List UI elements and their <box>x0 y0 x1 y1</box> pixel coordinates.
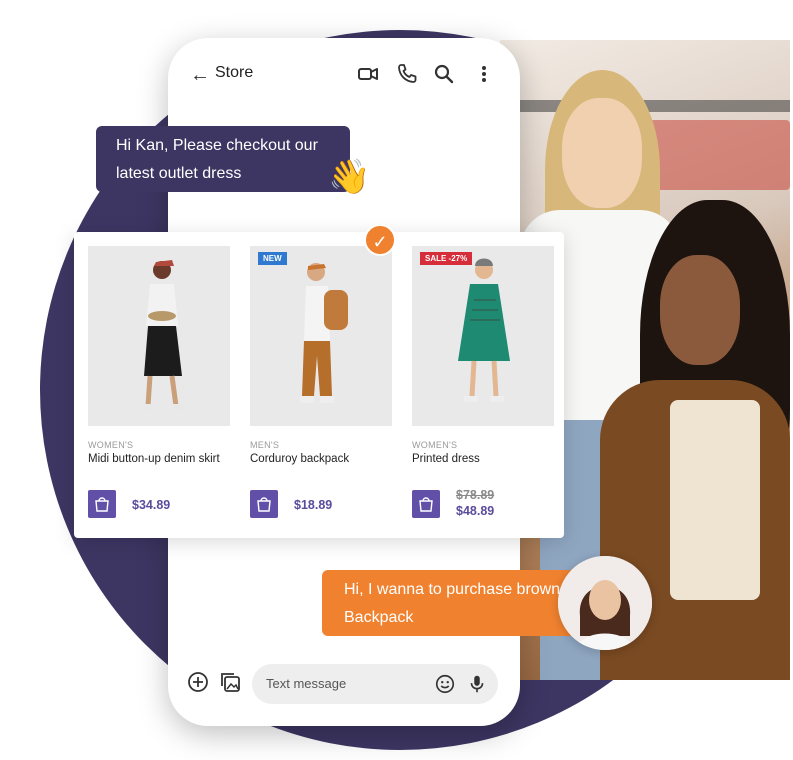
incoming-message-bubble: Hi Kan, Please checkout our latest outle… <box>96 126 350 192</box>
shopping-bag-icon[interactable] <box>412 490 440 518</box>
product-category: WOMEN'S <box>88 440 134 450</box>
product-image[interactable] <box>88 246 230 426</box>
shopping-bag-icon[interactable] <box>250 490 278 518</box>
product-name[interactable]: Corduroy backpack <box>250 453 392 481</box>
price-row: $78.89 $48.89 <box>412 488 554 522</box>
product-price: $48.89 <box>456 504 495 518</box>
product-card[interactable]: SALE -27% WOMEN'S Printed dress $78.89 $… <box>412 246 554 518</box>
price-row: $18.89 <box>250 490 392 522</box>
waving-hand-icon: 👋 <box>328 158 371 196</box>
checkmark-icon: ✓ <box>364 224 396 256</box>
microphone-icon[interactable] <box>466 673 488 695</box>
emoji-icon[interactable] <box>434 673 456 695</box>
product-image[interactable]: SALE -27% <box>412 246 554 426</box>
original-price: $78.89 <box>456 488 495 502</box>
product-carousel-card: WOMEN'S Midi button-up denim skirt $34.8… <box>74 232 564 538</box>
gallery-icon[interactable] <box>218 670 242 694</box>
incoming-message-text: Hi Kan, Please checkout our latest outle… <box>116 137 318 182</box>
add-circle-icon[interactable] <box>186 670 210 694</box>
chat-title: Store <box>215 64 254 81</box>
product-card[interactable]: WOMEN'S Midi button-up denim skirt $34.8… <box>88 246 230 518</box>
avatar <box>558 556 652 650</box>
sale-badge: SALE -27% <box>420 252 473 265</box>
phone-icon[interactable] <box>395 62 419 86</box>
search-icon[interactable] <box>432 62 456 86</box>
price-row: $34.89 <box>88 490 230 522</box>
back-arrow-icon[interactable]: ← <box>188 63 212 87</box>
product-price: $18.89 <box>294 498 333 512</box>
message-input[interactable]: Text message <box>252 664 498 704</box>
chat-header: ← Store <box>168 38 520 110</box>
product-price: $34.89 <box>132 498 171 512</box>
product-category: MEN'S <box>250 440 280 450</box>
new-badge: NEW <box>258 252 287 265</box>
video-call-icon[interactable] <box>356 62 380 86</box>
message-placeholder: Text message <box>266 676 347 691</box>
product-card[interactable]: NEW MEN'S Corduroy backpack $18.89 <box>250 246 392 518</box>
product-category: WOMEN'S <box>412 440 458 450</box>
more-vert-icon[interactable] <box>472 62 496 86</box>
product-name[interactable]: Printed dress <box>412 453 554 481</box>
composer-bar: Text message <box>168 656 520 726</box>
outgoing-message-text: Hi, I wanna to purchase brown Backpack <box>344 581 561 626</box>
outgoing-message-bubble: Hi, I wanna to purchase brown Backpack <box>322 570 590 636</box>
shopping-bag-icon[interactable] <box>88 490 116 518</box>
product-image[interactable]: NEW <box>250 246 392 426</box>
product-name[interactable]: Midi button-up denim skirt <box>88 453 230 481</box>
